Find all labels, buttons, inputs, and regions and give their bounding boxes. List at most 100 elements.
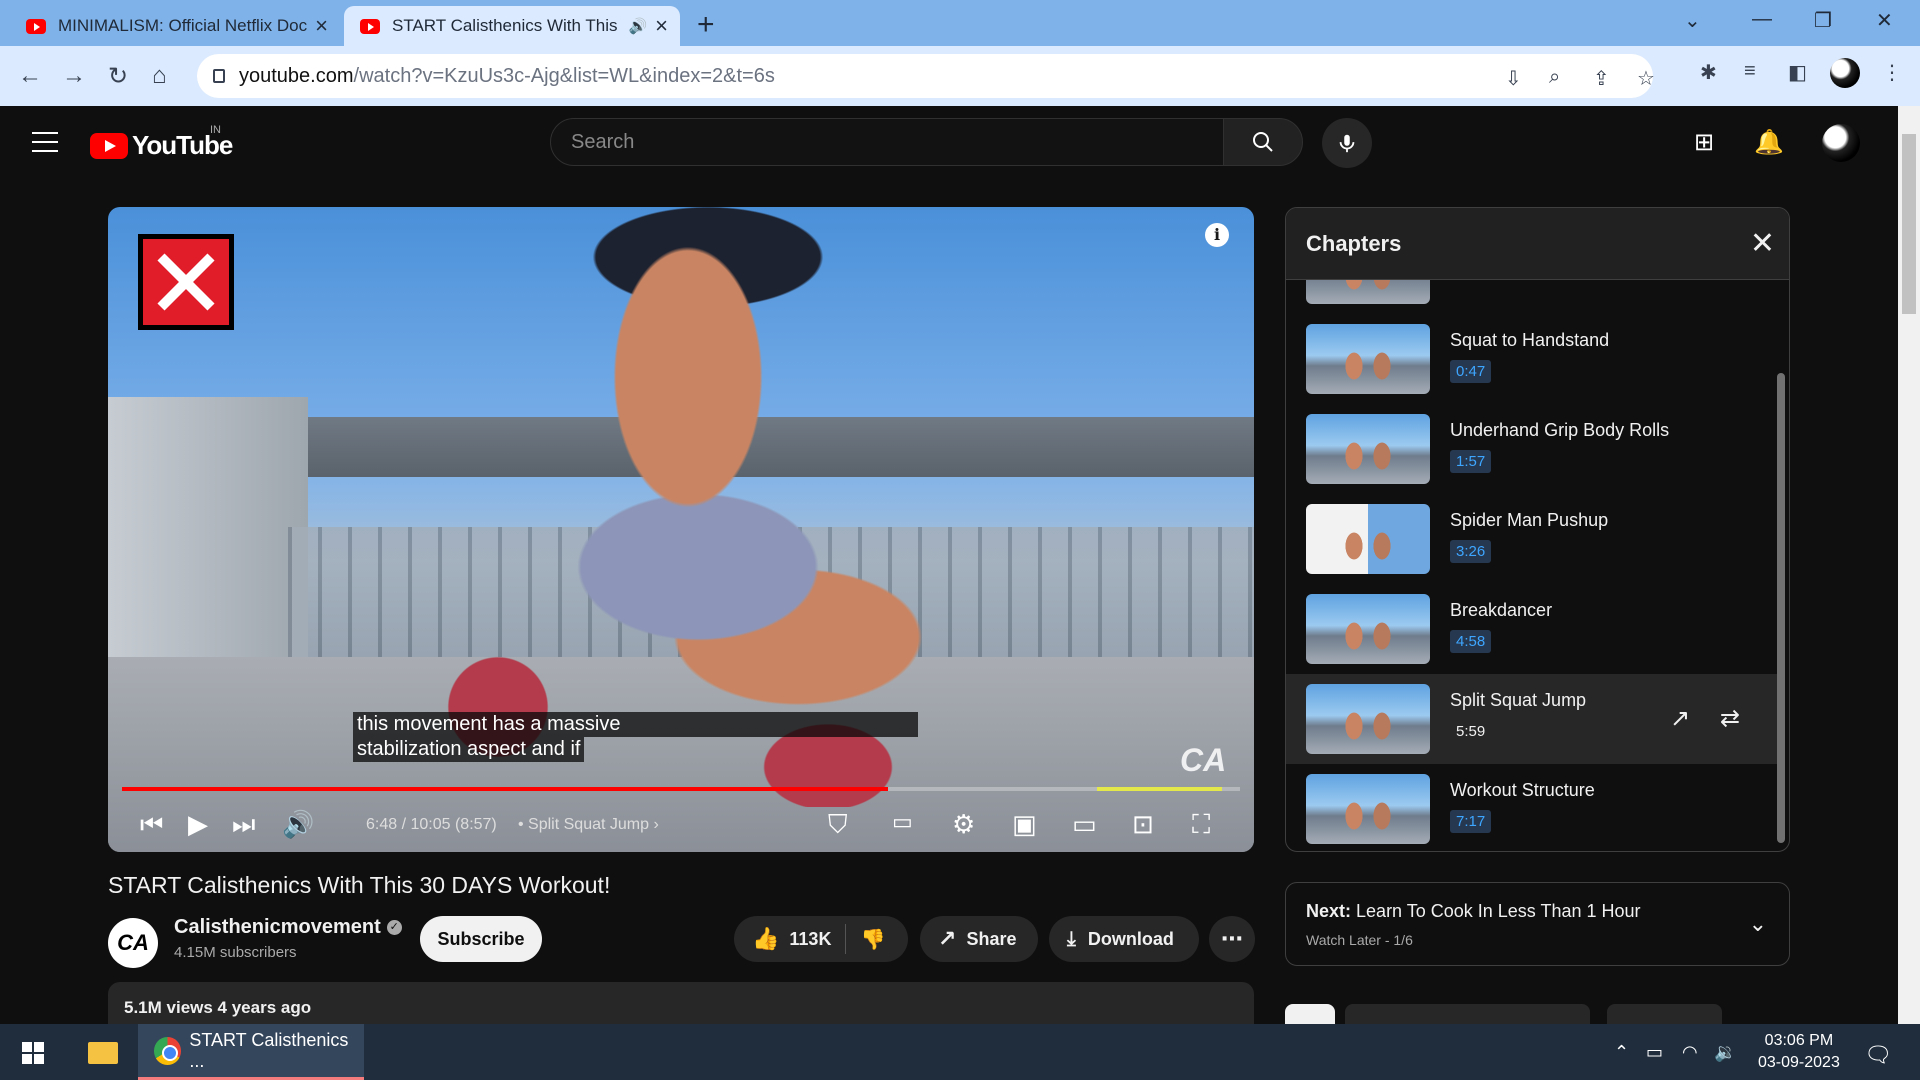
chapter-timestamp[interactable]: 3:26 (1450, 540, 1492, 563)
volume-icon[interactable]: 🔊 (282, 809, 314, 840)
minimize-icon[interactable]: — (1752, 8, 1772, 31)
channel-avatar[interactable]: CA (108, 918, 158, 968)
audio-playing-icon[interactable]: 🔊 (628, 17, 647, 35)
search-button[interactable] (1223, 118, 1303, 166)
voice-search-button[interactable] (1322, 118, 1372, 168)
download-label: Download (1087, 928, 1174, 949)
chapter-item[interactable]: Squat to Handstand 0:47 (1286, 314, 1779, 404)
chrome-menu-icon[interactable]: ⋮ (1882, 60, 1902, 85)
close-window-icon[interactable]: ✕ (1876, 8, 1893, 33)
close-tab-icon[interactable]: × (655, 13, 668, 39)
close-tab-icon[interactable]: × (315, 13, 328, 39)
side-panel-icon[interactable]: ◧ (1788, 60, 1807, 85)
chapter-title: Breakdancer (1450, 600, 1553, 620)
file-explorer-icon[interactable] (88, 1042, 118, 1064)
taskbar-chrome-app[interactable]: START Calisthenics ... (138, 1024, 364, 1080)
loop-chapter-icon[interactable]: ⇄ (1720, 704, 1740, 733)
reload-icon[interactable]: ↻ (108, 62, 128, 91)
back-icon[interactable]: ← (18, 62, 42, 90)
subscribe-button[interactable]: Subscribe (420, 916, 542, 962)
scene-building (108, 397, 308, 687)
filter-chip[interactable] (1607, 1004, 1722, 1024)
playlist-next-panel[interactable]: Next: Learn To Cook In Less Than 1 Hour … (1285, 882, 1790, 966)
lock-icon[interactable] (213, 69, 225, 83)
windows-start-icon[interactable] (22, 1042, 44, 1064)
chapter-timestamp[interactable]: 4:58 (1450, 630, 1492, 653)
chapters-scrollbar[interactable] (1777, 373, 1785, 843)
restore-icon[interactable]: ❐ (1814, 8, 1832, 33)
theater-mode-icon[interactable]: ▭ (1072, 809, 1097, 840)
play-icon[interactable]: ▶ (188, 809, 208, 840)
show-hidden-icons-chevron-icon[interactable]: ⌃ (1614, 1042, 1629, 1063)
notification-center-icon[interactable]: 🗨 (1864, 1042, 1892, 1068)
chapter-item-intro[interactable] (1286, 280, 1779, 314)
profile-avatar[interactable] (1830, 58, 1860, 88)
browser-tab-strip: MINIMALISM: Official Netflix Doc × START… (0, 0, 1920, 46)
channel-watermark[interactable]: CA (1180, 742, 1226, 779)
home-icon[interactable]: ⌂ (152, 62, 167, 90)
chapters-title: Chapters (1306, 230, 1402, 256)
tab-start-calisthenics[interactable]: START Calisthenics With This 🔊 × (344, 6, 680, 46)
progress-bar[interactable] (122, 787, 1240, 791)
chapter-timestamp[interactable]: 1:57 (1450, 450, 1492, 473)
like-button[interactable]: 👍 113K (752, 926, 831, 952)
chapter-item[interactable]: Workout Structure 7:17 (1286, 764, 1779, 851)
install-app-icon[interactable]: ⇩ (1505, 66, 1522, 91)
youtube-logo[interactable]: YouTube IN (90, 124, 233, 161)
expand-playlist-chevron-icon[interactable]: ⌄ (1749, 911, 1767, 937)
miniplayer-icon[interactable]: ▣ (1012, 809, 1037, 840)
tab-minimalism[interactable]: MINIMALISM: Official Netflix Doc × (10, 6, 340, 46)
account-avatar[interactable] (1822, 124, 1860, 162)
next-icon[interactable]: ⏭ (232, 809, 255, 841)
chapters-list: Squat to Handstand 0:47 Underhand Grip B… (1286, 280, 1779, 851)
notifications-bell-icon[interactable]: 🔔 (1754, 128, 1784, 157)
bookmark-star-icon[interactable]: ☆ (1637, 66, 1655, 91)
wifi-icon[interactable]: ◠ (1682, 1042, 1698, 1063)
share-button[interactable]: ↗ Share (920, 916, 1038, 962)
chapter-item[interactable]: Underhand Grip Body Rolls 1:57 (1286, 404, 1779, 494)
chapter-item-active[interactable]: Split Squat Jump 5:59 ↗ ⇄ (1286, 674, 1779, 764)
share-chapter-icon[interactable]: ↗ (1670, 704, 1690, 733)
chapter-timestamp[interactable]: 7:17 (1450, 810, 1492, 833)
chapter-timestamp[interactable]: 5:59 (1450, 720, 1491, 743)
sponsor-shield-icon[interactable]: ⛉ (828, 809, 848, 841)
system-clock[interactable]: 03:06 PM 03-09-2023 (1758, 1030, 1840, 1074)
cast-icon[interactable]: ⊡ (1132, 809, 1154, 840)
more-actions-button[interactable]: ⋯ (1209, 916, 1255, 962)
chapter-item[interactable]: Spider Man Pushup 3:26 (1286, 494, 1779, 584)
new-tab-icon[interactable]: + (697, 8, 715, 42)
forward-icon[interactable]: → (62, 62, 86, 90)
chapter-title: Squat to Handstand (1450, 330, 1610, 350)
video-player[interactable]: i this movement has a massive stabilizat… (108, 207, 1254, 852)
media-control-icon[interactable]: ≡ (1744, 60, 1756, 83)
chapter-thumbnail (1306, 594, 1430, 664)
previous-icon[interactable]: ⏮ (140, 809, 163, 841)
thumbs-down-icon[interactable]: 👎 (860, 927, 885, 952)
page-scrollbar-thumb[interactable] (1902, 134, 1916, 314)
chapter-title-button[interactable]: • Split Squat Jump › (518, 816, 659, 834)
extensions-icon[interactable]: ✱ (1700, 60, 1717, 85)
share-page-icon[interactable]: ⇪ (1593, 66, 1610, 91)
filter-chip[interactable] (1345, 1004, 1590, 1024)
progress-buffer-segment (1097, 787, 1222, 791)
url-bar[interactable]: youtube.com /watch?v=KzuUs3c-Ajg&list=WL… (197, 54, 1655, 98)
filter-chip[interactable] (1285, 1004, 1335, 1024)
info-icon[interactable]: i (1205, 223, 1229, 247)
search-input[interactable]: Search (550, 118, 1224, 166)
subtitles-icon[interactable]: ▭ (892, 809, 913, 835)
menu-icon[interactable] (32, 132, 58, 152)
page-scrollbar[interactable] (1898, 106, 1920, 1024)
settings-gear-icon[interactable]: ⚙ (952, 809, 975, 840)
tab-search-chevron-icon[interactable]: ⌄ (1684, 8, 1701, 33)
video-title: START Calisthenics With This 30 DAYS Wor… (108, 872, 611, 898)
chapter-timestamp[interactable]: 0:47 (1450, 360, 1492, 383)
chapter-item[interactable]: Breakdancer 4:58 (1286, 584, 1779, 674)
fullscreen-icon[interactable]: ⛶ (1192, 809, 1210, 841)
download-button[interactable]: ⤓ Download (1049, 916, 1199, 962)
create-video-icon[interactable]: ⊞ (1694, 128, 1714, 157)
speaker-icon[interactable]: 🔉 (1714, 1042, 1736, 1063)
channel-name-link[interactable]: Calisthenicmovement ✓ (174, 916, 402, 939)
zoom-icon[interactable]: ⌕ (1549, 66, 1560, 89)
battery-icon[interactable]: ▭ (1646, 1042, 1663, 1063)
close-chapters-icon[interactable]: ✕ (1750, 226, 1775, 261)
